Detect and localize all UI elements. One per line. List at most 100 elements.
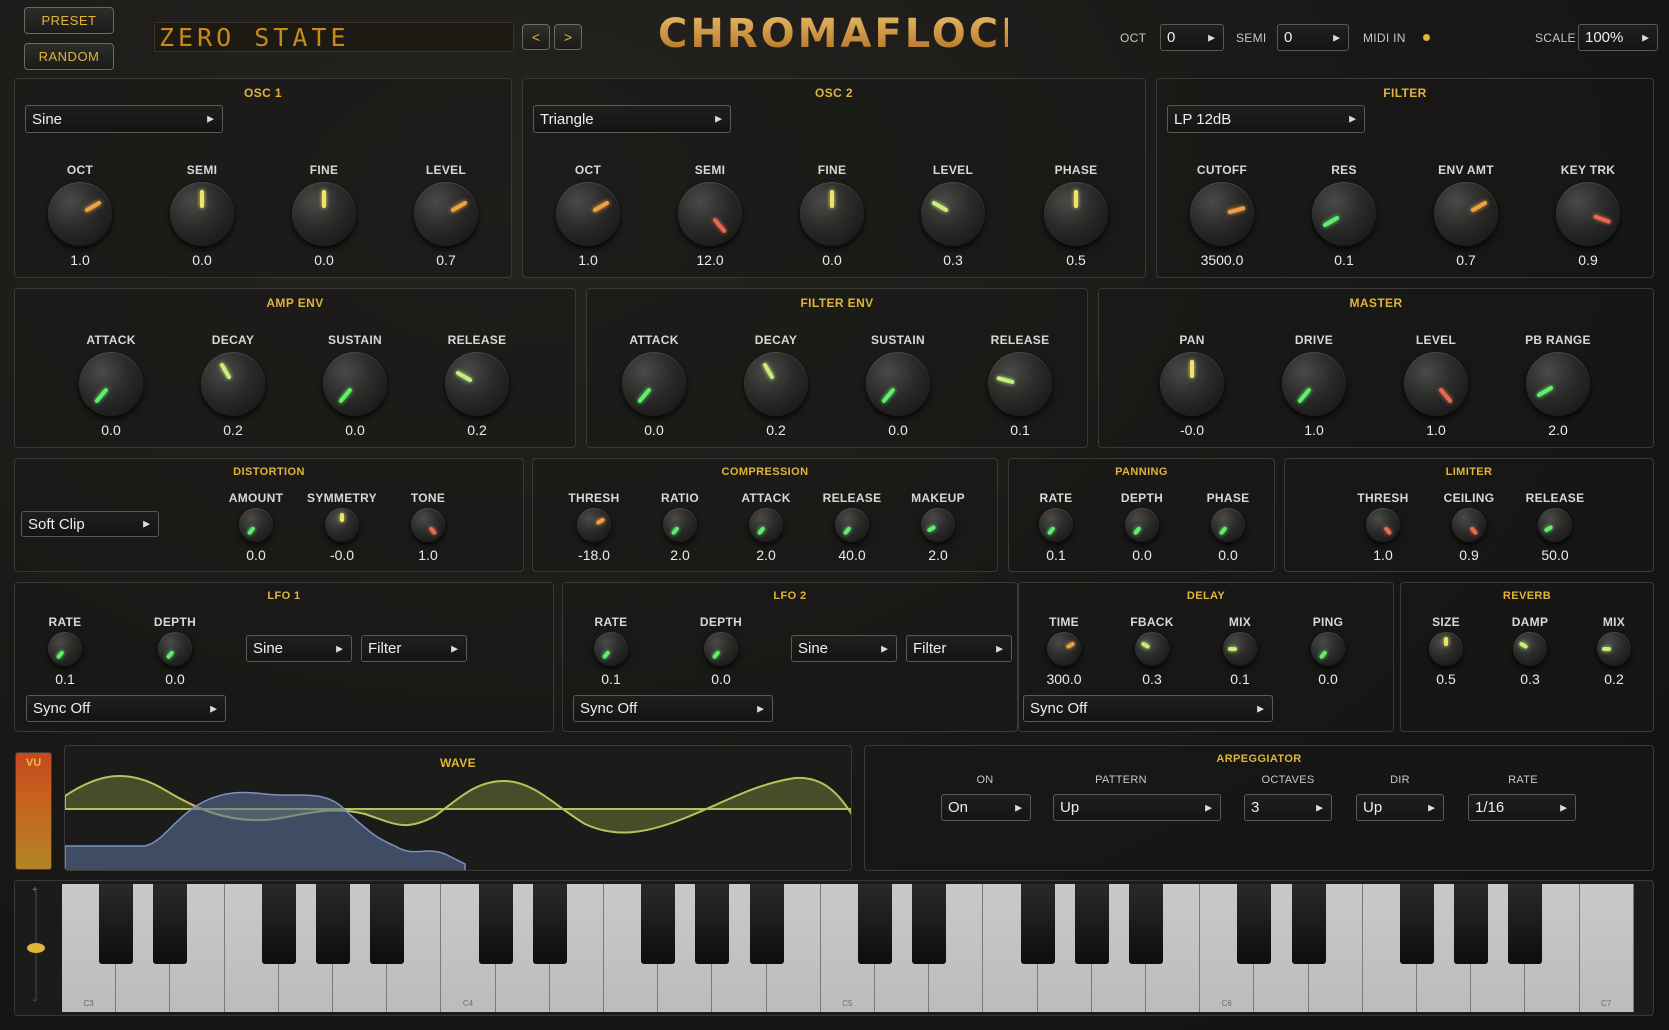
lfo1-depth-knob[interactable] [158, 632, 192, 666]
ampenv-release-knob[interactable] [445, 352, 509, 416]
delay-ping-knob[interactable] [1311, 632, 1345, 666]
master-level-knob[interactable] [1404, 352, 1468, 416]
black-key[interactable] [912, 884, 947, 964]
filterenv-attack-knob[interactable] [622, 352, 686, 416]
white-key[interactable]: C7 [1579, 884, 1634, 1012]
filter-res-knob[interactable] [1312, 182, 1376, 246]
osc2-level-knob[interactable] [921, 182, 985, 246]
lfo2-depth-knob[interactable] [704, 632, 738, 666]
random-button[interactable]: RANDOM [24, 43, 114, 70]
delay-sync-select[interactable]: Sync Off ▶ [1023, 695, 1273, 722]
black-key[interactable] [532, 884, 567, 964]
black-key[interactable] [749, 884, 784, 964]
osc2-fine-knob[interactable] [800, 182, 864, 246]
black-key[interactable] [370, 884, 405, 964]
next-preset-button[interactable]: > [554, 24, 582, 50]
limiter-ceiling-knob[interactable] [1452, 508, 1486, 542]
black-key[interactable] [1400, 884, 1434, 964]
distortion-amount-knob[interactable] [239, 508, 273, 542]
arp-rate-select[interactable]: 1/16 ▶ [1468, 794, 1576, 821]
compression-attack-knob[interactable] [749, 508, 783, 542]
limiter-thresh-knob[interactable] [1366, 508, 1400, 542]
distortion-symmetry-knob[interactable] [325, 508, 359, 542]
oct-select[interactable]: 0 ▶ [1160, 24, 1224, 51]
black-key[interactable] [1074, 884, 1109, 964]
osc1-waveform-select[interactable]: Sine ▶ [25, 105, 223, 133]
dropdown-arrow-icon: ▶ [1349, 113, 1356, 124]
reverb-size-knob[interactable] [1429, 632, 1463, 666]
filter-key-trk-knob[interactable] [1556, 182, 1620, 246]
osc2-waveform-select[interactable]: Triangle ▶ [533, 105, 731, 133]
black-key[interactable] [1454, 884, 1489, 964]
filterenv-decay-knob[interactable] [744, 352, 808, 416]
black-key[interactable] [1291, 884, 1326, 964]
black-key[interactable] [1508, 884, 1543, 964]
delay-mix-knob[interactable] [1223, 632, 1257, 666]
lfo1-target-select[interactable]: Filter ▶ [361, 635, 467, 662]
osc2-phase-knob[interactable] [1044, 182, 1108, 246]
osc1-fine-knob[interactable] [292, 182, 356, 246]
filter-cutoff-knob[interactable] [1190, 182, 1254, 246]
lfo1-sync-select[interactable]: Sync Off ▶ [26, 695, 226, 722]
black-key[interactable] [858, 884, 892, 964]
distortion-type-select[interactable]: Soft Clip ▶ [21, 511, 159, 537]
master-drive-knob[interactable] [1282, 352, 1346, 416]
delay-time-knob[interactable] [1047, 632, 1081, 666]
black-key[interactable] [261, 884, 296, 964]
vu-meter: VU [15, 752, 52, 870]
black-key[interactable] [641, 884, 676, 964]
compression-thresh-knob[interactable] [577, 508, 611, 542]
compression-ratio-knob[interactable] [663, 508, 697, 542]
black-key[interactable] [99, 884, 134, 964]
black-key[interactable] [1129, 884, 1163, 964]
arp-octaves-select[interactable]: 3 ▶ [1244, 794, 1332, 821]
preset-button[interactable]: PRESET [24, 7, 114, 34]
lfo2-target-select[interactable]: Filter ▶ [906, 635, 1012, 662]
black-key[interactable] [1237, 884, 1272, 964]
master-pb-range-knob[interactable] [1526, 352, 1590, 416]
black-key[interactable] [316, 884, 350, 964]
previous-preset-button[interactable]: < [522, 24, 550, 50]
limiter-release-knob[interactable] [1538, 508, 1572, 542]
ampenv-attack-knob[interactable] [79, 352, 143, 416]
filterenv-release-knob[interactable] [988, 352, 1052, 416]
pitch-wheel-handle[interactable] [27, 943, 45, 953]
ampenv-sustain-knob[interactable] [323, 352, 387, 416]
osc1-semi-knob[interactable] [170, 182, 234, 246]
distortion-tone-knob[interactable] [411, 508, 445, 542]
black-key[interactable] [1020, 884, 1055, 964]
black-key[interactable] [695, 884, 730, 964]
reverb-damp-knob[interactable] [1513, 632, 1547, 666]
panning-phase-value: 0.0 [1218, 547, 1238, 563]
arp-on-select[interactable]: On ▶ [941, 794, 1031, 821]
ampenv-decay-knob[interactable] [201, 352, 265, 416]
master-pan-knob[interactable] [1160, 352, 1224, 416]
filter-key-trk-label: KEY TRK [1560, 163, 1616, 177]
scale-select[interactable]: 100% ▶ [1578, 24, 1658, 51]
black-key[interactable] [478, 884, 513, 964]
semi-select[interactable]: 0 ▶ [1277, 24, 1349, 51]
panning-depth-knob[interactable] [1125, 508, 1159, 542]
lfo2-waveform-select[interactable]: Sine ▶ [791, 635, 897, 662]
osc1-level-knob[interactable] [414, 182, 478, 246]
lfo2-rate-knob[interactable] [594, 632, 628, 666]
arp-dir-select[interactable]: Up ▶ [1356, 794, 1444, 821]
filter-type-select[interactable]: LP 12dB ▶ [1167, 105, 1365, 133]
compression-makeup-knob[interactable] [921, 508, 955, 542]
limiter-release-value: 50.0 [1541, 547, 1569, 563]
black-key[interactable] [153, 884, 188, 964]
filter-env-amt-knob[interactable] [1434, 182, 1498, 246]
lfo2-sync-select[interactable]: Sync Off ▶ [573, 695, 773, 722]
panning-rate-knob[interactable] [1039, 508, 1073, 542]
osc2-semi-knob[interactable] [678, 182, 742, 246]
lfo1-rate-knob[interactable] [48, 632, 82, 666]
osc2-oct-knob[interactable] [556, 182, 620, 246]
delay-fback-knob[interactable] [1135, 632, 1169, 666]
filterenv-sustain-knob[interactable] [866, 352, 930, 416]
osc1-oct-knob[interactable] [48, 182, 112, 246]
compression-release-knob[interactable] [835, 508, 869, 542]
reverb-mix-knob[interactable] [1597, 632, 1631, 666]
lfo1-waveform-select[interactable]: Sine ▶ [246, 635, 352, 662]
arp-pattern-select[interactable]: Up ▶ [1053, 794, 1221, 821]
panning-phase-knob[interactable] [1211, 508, 1245, 542]
